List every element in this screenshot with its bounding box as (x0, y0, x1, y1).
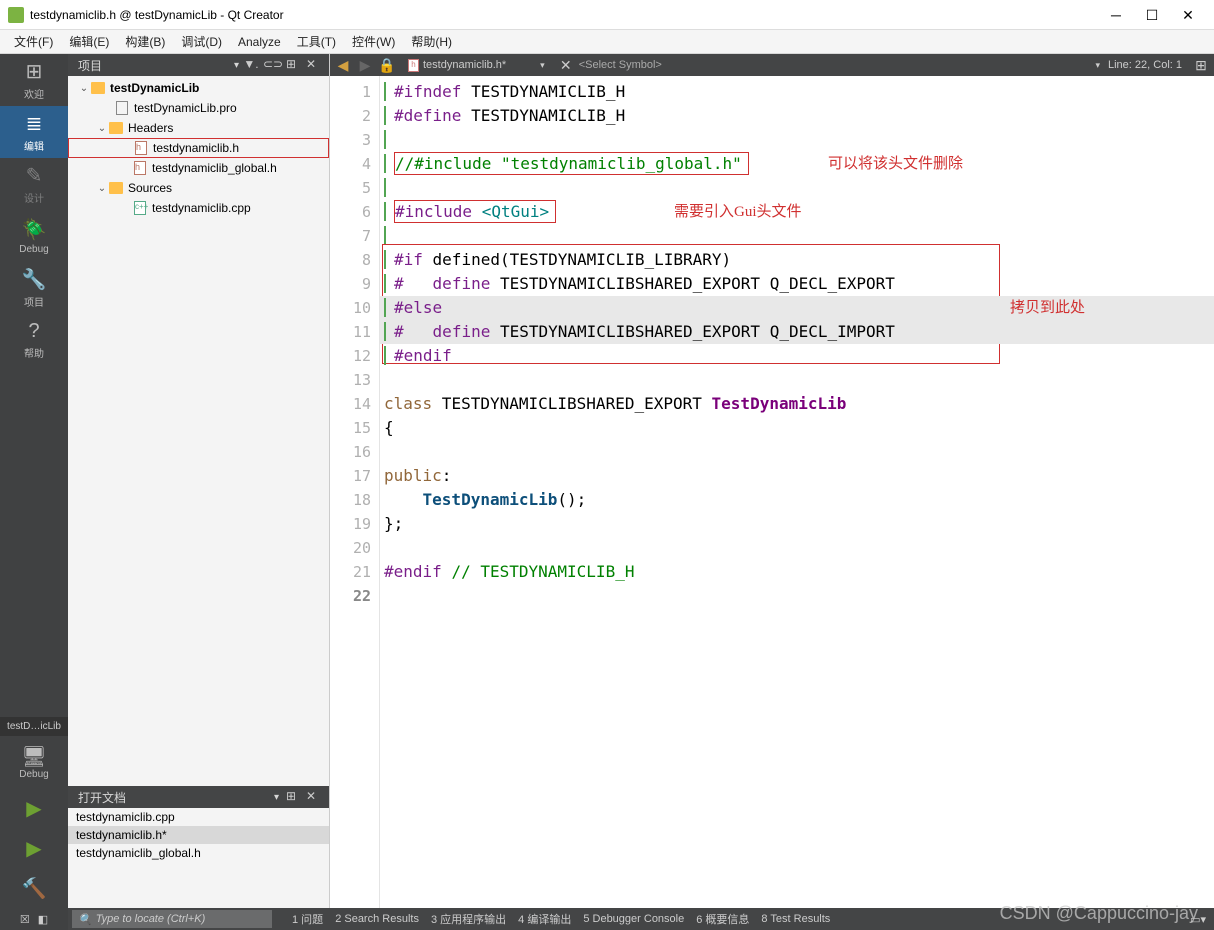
pro-file-icon (116, 101, 128, 115)
menu-edit[interactable]: 编辑(E) (61, 33, 117, 50)
menu-debug[interactable]: 调试(D) (173, 33, 230, 50)
qt-app-icon (8, 7, 24, 23)
mode-design[interactable]: ✎设计 (0, 158, 68, 210)
filter-icon[interactable]: ▼. (243, 57, 259, 73)
menu-file[interactable]: 文件(F) (6, 33, 61, 50)
window-titlebar: testdynamiclib.h @ testDynamicLib - Qt C… (0, 0, 1214, 30)
menu-tools[interactable]: 工具(T) (289, 33, 344, 50)
tree-header-file-selected[interactable]: htestdynamiclib.h (68, 138, 329, 158)
mode-welcome[interactable]: ⊞欢迎 (0, 54, 68, 106)
edit-icon: ≣ (26, 111, 43, 136)
file-dropdown[interactable]: h testdynamiclib.h* ▾ (400, 59, 553, 72)
debug-run-button[interactable]: ▶ (0, 828, 68, 868)
close-panel-icon[interactable]: ✕ (303, 57, 319, 73)
split-icon[interactable]: ⊞ (283, 789, 299, 805)
window-title: testdynamiclib.h @ testDynamicLib - Qt C… (30, 8, 1108, 22)
h-file-icon: h (135, 141, 147, 155)
folder-icon (109, 122, 123, 134)
status-corner: ☒ ◧ (0, 908, 68, 930)
open-doc-item-active[interactable]: testdynamiclib.h* (68, 826, 329, 844)
search-icon: 🔍 (78, 913, 92, 926)
close-pane-icon[interactable]: ☒ (20, 913, 30, 926)
maximize-button[interactable]: ☐ (1144, 7, 1160, 23)
tree-headers-folder[interactable]: ⌄Headers (68, 118, 329, 138)
mode-selector: ⊞欢迎 ≣编辑 ✎设计 🪲Debug 🔧项目 ?帮助 testD…icLib 🖥… (0, 54, 68, 908)
help-icon: ? (28, 320, 39, 343)
symbol-selector[interactable]: <Select Symbol> (579, 59, 662, 71)
build-button[interactable]: 🔨 (0, 868, 68, 908)
mode-edit[interactable]: ≣编辑 (0, 106, 68, 158)
open-doc-item[interactable]: testdynamiclib.cpp (68, 808, 329, 826)
link-icon[interactable]: ⊂⊃ (263, 57, 279, 73)
mode-help[interactable]: ?帮助 (0, 314, 68, 366)
wrench-icon: 🔧 (22, 267, 47, 292)
menu-widgets[interactable]: 控件(W) (344, 33, 403, 50)
tree-root[interactable]: ⌄testDynamicLib (68, 78, 329, 98)
hammer-icon: 🔨 (22, 876, 47, 901)
annotation-1: 可以将该头文件删除 (828, 152, 963, 173)
tree-cpp-file[interactable]: c++testdynamiclib.cpp (68, 198, 329, 218)
menu-analyze[interactable]: Analyze (230, 35, 289, 49)
editor-toolbar: ◀ ▶ 🔒 h testdynamiclib.h* ▾ ✕ <Select Sy… (330, 54, 1214, 76)
split-editor-icon[interactable]: ⊞ (1192, 57, 1210, 74)
tree-header-file[interactable]: htestdynamiclib_global.h (68, 158, 329, 178)
play-icon: ▶ (26, 796, 41, 821)
sidebar-toggle-icon[interactable]: ◧ (38, 913, 48, 926)
play-bug-icon: ▶ (26, 836, 41, 861)
tree-pro-file[interactable]: testDynamicLib.pro (68, 98, 329, 118)
annotation-2: 需要引入Gui头文件 (674, 200, 802, 221)
close-panel-icon[interactable]: ✕ (303, 789, 319, 805)
line-number-gutter: 12345678910111213141516171819202122 (330, 76, 380, 908)
run-button[interactable]: ▶ (0, 788, 68, 828)
open-docs-header: 打开文档 ▾ ⊞ ✕ (68, 786, 329, 808)
project-panel-title: 项目 (78, 57, 230, 74)
open-doc-item[interactable]: testdynamiclib_global.h (68, 844, 329, 862)
target-selector[interactable]: 🖥Debug (0, 736, 68, 788)
mode-debug[interactable]: 🪲Debug (0, 210, 68, 262)
project-tree[interactable]: ⌄testDynamicLib testDynamicLib.pro ⌄Head… (68, 76, 329, 786)
progress-toggle-icon[interactable]: ▭▾ (1182, 913, 1214, 926)
pane-appout[interactable]: 3 应用程序输出 (425, 911, 512, 927)
lock-icon[interactable]: 🔒 (378, 57, 396, 74)
nav-forward-icon[interactable]: ▶ (356, 57, 374, 74)
pane-tests[interactable]: 8 Test Results (755, 913, 836, 925)
pane-general[interactable]: 6 概要信息 (690, 911, 755, 927)
minimize-button[interactable]: ─ (1108, 7, 1124, 23)
project-panel-header: 项目 ▾ ▼. ⊂⊃ ⊞ ✕ (68, 54, 329, 76)
cursor-position: Line: 22, Col: 1 (1108, 59, 1188, 71)
annotation-3: 拷贝到此处 (1010, 296, 1085, 317)
cpp-file-icon: c++ (134, 201, 146, 215)
folder-icon (109, 182, 123, 194)
h-file-icon: h (408, 59, 419, 72)
bug-icon: 🪲 (22, 217, 47, 242)
design-icon: ✎ (26, 163, 43, 188)
menu-build[interactable]: 构建(B) (117, 33, 173, 50)
monitor-icon: 🖥 (21, 744, 46, 769)
mode-projects[interactable]: 🔧项目 (0, 262, 68, 314)
grid-icon: ⊞ (26, 59, 43, 84)
open-documents-list[interactable]: testdynamiclib.cpp testdynamiclib.h* tes… (68, 808, 329, 908)
locator-input[interactable]: 🔍 Type to locate (Ctrl+K) (72, 910, 272, 928)
open-docs-title: 打开文档 (78, 789, 270, 806)
close-button[interactable]: ✕ (1180, 7, 1196, 23)
pane-compile[interactable]: 4 编译输出 (512, 911, 577, 927)
tree-sources-folder[interactable]: ⌄Sources (68, 178, 329, 198)
h-file-icon: h (134, 161, 146, 175)
nav-back-icon[interactable]: ◀ (334, 57, 352, 74)
pane-search[interactable]: 2 Search Results (329, 913, 425, 925)
split-icon[interactable]: ⊞ (283, 57, 299, 73)
project-icon (91, 82, 105, 94)
menu-bar: 文件(F) 编辑(E) 构建(B) 调试(D) Analyze 工具(T) 控件… (0, 30, 1214, 54)
menu-help[interactable]: 帮助(H) (403, 33, 460, 50)
status-bar: ☒ ◧ 🔍 Type to locate (Ctrl+K) 1 问题 2 Sea… (0, 908, 1214, 930)
close-file-icon[interactable]: ✕ (557, 57, 575, 74)
code-editor[interactable]: 12345678910111213141516171819202122 #ifn… (330, 76, 1214, 908)
pane-debugger[interactable]: 5 Debugger Console (577, 913, 690, 925)
code-content[interactable]: #ifndef TESTDYNAMICLIB_H #define TESTDYN… (380, 76, 1214, 908)
kit-label[interactable]: testD…icLib (0, 717, 68, 736)
pane-issues[interactable]: 1 问题 (286, 911, 329, 927)
